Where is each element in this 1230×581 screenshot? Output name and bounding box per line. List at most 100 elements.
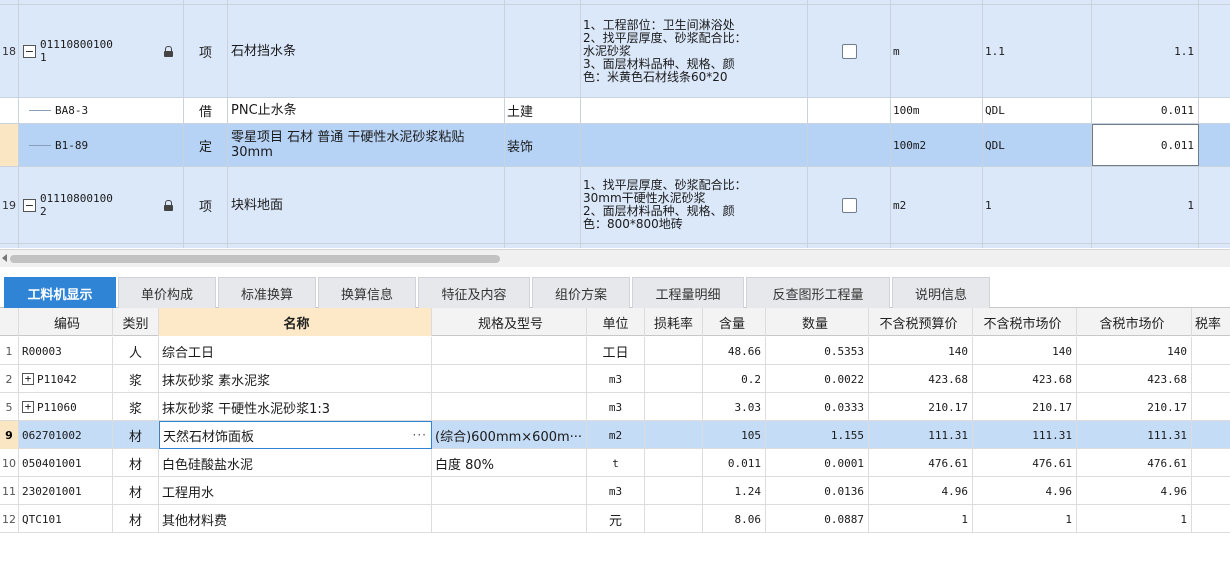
table-row[interactable]: 1 R00003 人 综合工日 工日 48.66 0.5353 140 140 … — [0, 337, 1230, 365]
resource-code[interactable]: 050401001 — [19, 449, 113, 477]
resource-category[interactable]: 浆 — [113, 365, 159, 393]
item-expression[interactable]: QDL — [983, 124, 1092, 166]
resource-content[interactable]: 0.2 — [703, 365, 766, 393]
resource-loss-rate[interactable] — [645, 449, 703, 477]
resource-category[interactable]: 材 — [113, 449, 159, 477]
resource-spec[interactable]: (综合)600mm×600m··· — [432, 421, 587, 449]
header-category[interactable]: 类别 — [113, 308, 159, 336]
resource-unit[interactable]: m3 — [587, 365, 645, 393]
item-expression[interactable]: 1 — [983, 167, 1092, 243]
item-features[interactable]: 1、工程部位：卫生间淋浴处 2、找平层厚度、砂浆配合比： 水泥砂浆 3、面层材料… — [581, 5, 808, 97]
item-unit[interactable]: 100m2 — [891, 124, 983, 166]
table-row[interactable]: BA8-3 借 PNC止水条 土建 100m QDL 0.011 — [0, 98, 1230, 124]
header-name[interactable]: 名称 — [159, 308, 432, 336]
resource-market-price[interactable]: 423.68 — [973, 365, 1077, 393]
tab-standard-conversion[interactable]: 标准换算 — [218, 277, 316, 308]
resource-name[interactable]: 其他材料费 — [159, 505, 432, 533]
resource-category[interactable]: 材 — [113, 421, 159, 449]
resource-quantity[interactable]: 0.0136 — [766, 477, 869, 505]
resource-market-price[interactable]: 111.31 — [973, 421, 1077, 449]
resource-content[interactable]: 48.66 — [703, 337, 766, 365]
row-checkbox[interactable] — [841, 197, 857, 213]
resource-name[interactable]: 抹灰砂浆 素水泥浆 — [159, 365, 432, 393]
resource-budget-price[interactable]: 4.96 — [869, 477, 973, 505]
header-unit[interactable]: 单位 — [587, 308, 645, 336]
resource-budget-price[interactable]: 476.61 — [869, 449, 973, 477]
header-code[interactable]: 编码 — [19, 308, 113, 336]
table-row[interactable]: 12 QTC101 材 其他材料费 元 8.06 0.0887 1 1 1 — [0, 505, 1230, 533]
table-row[interactable]: 10 050401001 材 白色硅酸盐水泥 白度 80% t 0.011 0.… — [0, 449, 1230, 477]
resource-budget-price[interactable]: 111.31 — [869, 421, 973, 449]
scrollbar-thumb[interactable] — [10, 255, 500, 263]
resource-code[interactable]: R00003 — [19, 337, 113, 365]
resource-category[interactable]: 材 — [113, 477, 159, 505]
resource-unit[interactable]: 工日 — [587, 337, 645, 365]
resource-content[interactable]: 0.011 — [703, 449, 766, 477]
collapse-icon[interactable]: − — [23, 44, 36, 58]
resource-spec[interactable] — [432, 393, 587, 421]
resource-loss-rate[interactable] — [645, 477, 703, 505]
table-row[interactable]: 11 230201001 材 工程用水 m3 1.24 0.0136 4.96 … — [0, 477, 1230, 505]
item-features[interactable]: 1、找平层厚度、砂浆配合比： 30mm干硬性水泥砂浆 2、面层材料品种、规格、颜… — [581, 167, 808, 243]
tab-labor-material-machine[interactable]: 工料机显示 — [4, 277, 116, 308]
item-name[interactable]: 块料地面 — [228, 167, 505, 243]
resource-content[interactable]: 105 — [703, 421, 766, 449]
resource-code[interactable]: QTC101 — [19, 505, 113, 533]
resource-tax-market-price[interactable]: 111.31 — [1077, 421, 1192, 449]
resource-tax-market-price[interactable]: 140 — [1077, 337, 1192, 365]
more-options-icon[interactable]: ··· — [413, 428, 427, 442]
resource-content[interactable]: 8.06 — [703, 505, 766, 533]
resource-quantity[interactable]: 1.155 — [766, 421, 869, 449]
tab-features-content[interactable]: 特征及内容 — [418, 277, 530, 308]
resource-budget-price[interactable]: 423.68 — [869, 365, 973, 393]
item-unit[interactable]: 100m — [891, 98, 983, 123]
resource-quantity[interactable]: 0.0022 — [766, 365, 869, 393]
item-name[interactable]: 石材挡水条 — [228, 5, 505, 97]
resource-category[interactable]: 人 — [113, 337, 159, 365]
resource-spec[interactable] — [432, 337, 587, 365]
resource-name-editor[interactable]: 天然石材饰面板 ··· — [159, 421, 432, 449]
resource-name[interactable]: 抹灰砂浆 干硬性水泥砂浆1:3 — [159, 393, 432, 421]
resource-name[interactable]: 综合工日 — [159, 337, 432, 365]
resource-tax-market-price[interactable]: 4.96 — [1077, 477, 1192, 505]
tab-pricing-scheme[interactable]: 组价方案 — [532, 277, 630, 308]
resource-content[interactable]: 3.03 — [703, 393, 766, 421]
resource-spec[interactable] — [432, 505, 587, 533]
resource-category[interactable]: 材 — [113, 505, 159, 533]
header-content[interactable]: 含量 — [703, 308, 766, 336]
tab-unit-price-composition[interactable]: 单价构成 — [118, 277, 216, 308]
resource-tax-market-price[interactable]: 423.68 — [1077, 365, 1192, 393]
resource-spec[interactable]: 白度 80% — [432, 449, 587, 477]
resource-loss-rate[interactable] — [645, 393, 703, 421]
resource-name[interactable]: 白色硅酸盐水泥 — [159, 449, 432, 477]
resource-market-price[interactable]: 476.61 — [973, 449, 1077, 477]
tab-description-info[interactable]: 说明信息 — [892, 277, 990, 308]
resource-tax-market-price[interactable]: 210.17 — [1077, 393, 1192, 421]
resource-quantity[interactable]: 0.5353 — [766, 337, 869, 365]
resource-loss-rate[interactable] — [645, 505, 703, 533]
item-name[interactable]: 零星项目 石材 普通 干硬性水泥砂浆粘贴 30mm — [228, 124, 505, 166]
header-budget-price[interactable]: 不含税预算价 — [869, 308, 973, 336]
resource-code[interactable]: 230201001 — [19, 477, 113, 505]
resource-budget-price[interactable]: 210.17 — [869, 393, 973, 421]
scroll-left-icon[interactable] — [2, 254, 7, 262]
table-row-selected[interactable]: 9 062701002 材 天然石材饰面板 ··· (综合)600mm×600m… — [0, 421, 1230, 449]
resource-content[interactable]: 1.24 — [703, 477, 766, 505]
resource-category[interactable]: 浆 — [113, 393, 159, 421]
resource-unit[interactable]: t — [587, 449, 645, 477]
header-spec[interactable]: 规格及型号 — [432, 308, 587, 336]
resource-budget-price[interactable]: 140 — [869, 337, 973, 365]
resource-name[interactable]: 工程用水 — [159, 477, 432, 505]
row-checkbox[interactable] — [841, 43, 857, 59]
table-row[interactable]: 19 − 01110800100 2 项 块料地面 1、找平层厚度、砂浆配合比：… — [0, 167, 1230, 244]
tab-conversion-info[interactable]: 换算信息 — [318, 277, 416, 308]
item-profession[interactable] — [505, 167, 581, 243]
resource-loss-rate[interactable] — [645, 337, 703, 365]
table-row-selected[interactable]: B1-89 定 零星项目 石材 普通 干硬性水泥砂浆粘贴 30mm 装饰 100… — [0, 124, 1230, 167]
item-unit[interactable]: m — [891, 5, 983, 97]
header-loss-rate[interactable]: 损耗率 — [645, 308, 703, 336]
horizontal-scrollbar[interactable] — [0, 249, 1230, 267]
item-quantity[interactable]: 0.011 — [1092, 98, 1199, 123]
item-expression[interactable]: 1.1 — [983, 5, 1092, 97]
resource-unit[interactable]: m2 — [587, 421, 645, 449]
